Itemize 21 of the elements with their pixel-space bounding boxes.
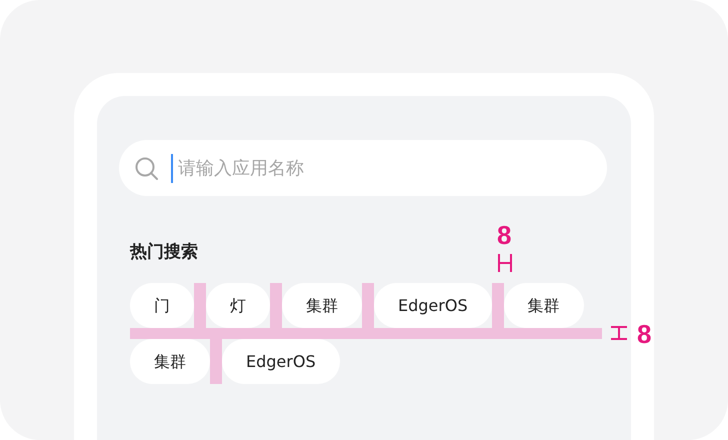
search-bar[interactable]: 请输入应用名称 <box>119 140 607 196</box>
spacing-value: 8 <box>497 222 512 248</box>
spacing-value: 8 <box>637 321 652 347</box>
tag-chip[interactable]: 集群 <box>130 339 210 384</box>
width-marker-icon <box>498 254 512 272</box>
height-marker-icon <box>611 326 627 340</box>
tag-chip[interactable]: 门 <box>130 283 194 328</box>
text-cursor <box>171 154 173 182</box>
tag-chip[interactable]: 集群 <box>282 283 362 328</box>
column-gap-highlight <box>492 283 504 328</box>
section-title: 热门搜索 <box>130 241 198 264</box>
tag-chip[interactable]: 灯 <box>206 283 270 328</box>
tag-chip[interactable]: EdgerOS <box>374 283 492 328</box>
column-gap-highlight <box>270 283 282 328</box>
column-gap-highlight <box>362 283 374 328</box>
column-gap-highlight <box>194 283 206 328</box>
search-icon <box>135 156 158 180</box>
search-field[interactable]: 请输入应用名称 <box>178 154 591 182</box>
tag-chip[interactable]: EdgerOS <box>222 339 340 384</box>
tag-chip[interactable]: 集群 <box>504 283 584 328</box>
column-gap-highlight <box>210 339 222 384</box>
